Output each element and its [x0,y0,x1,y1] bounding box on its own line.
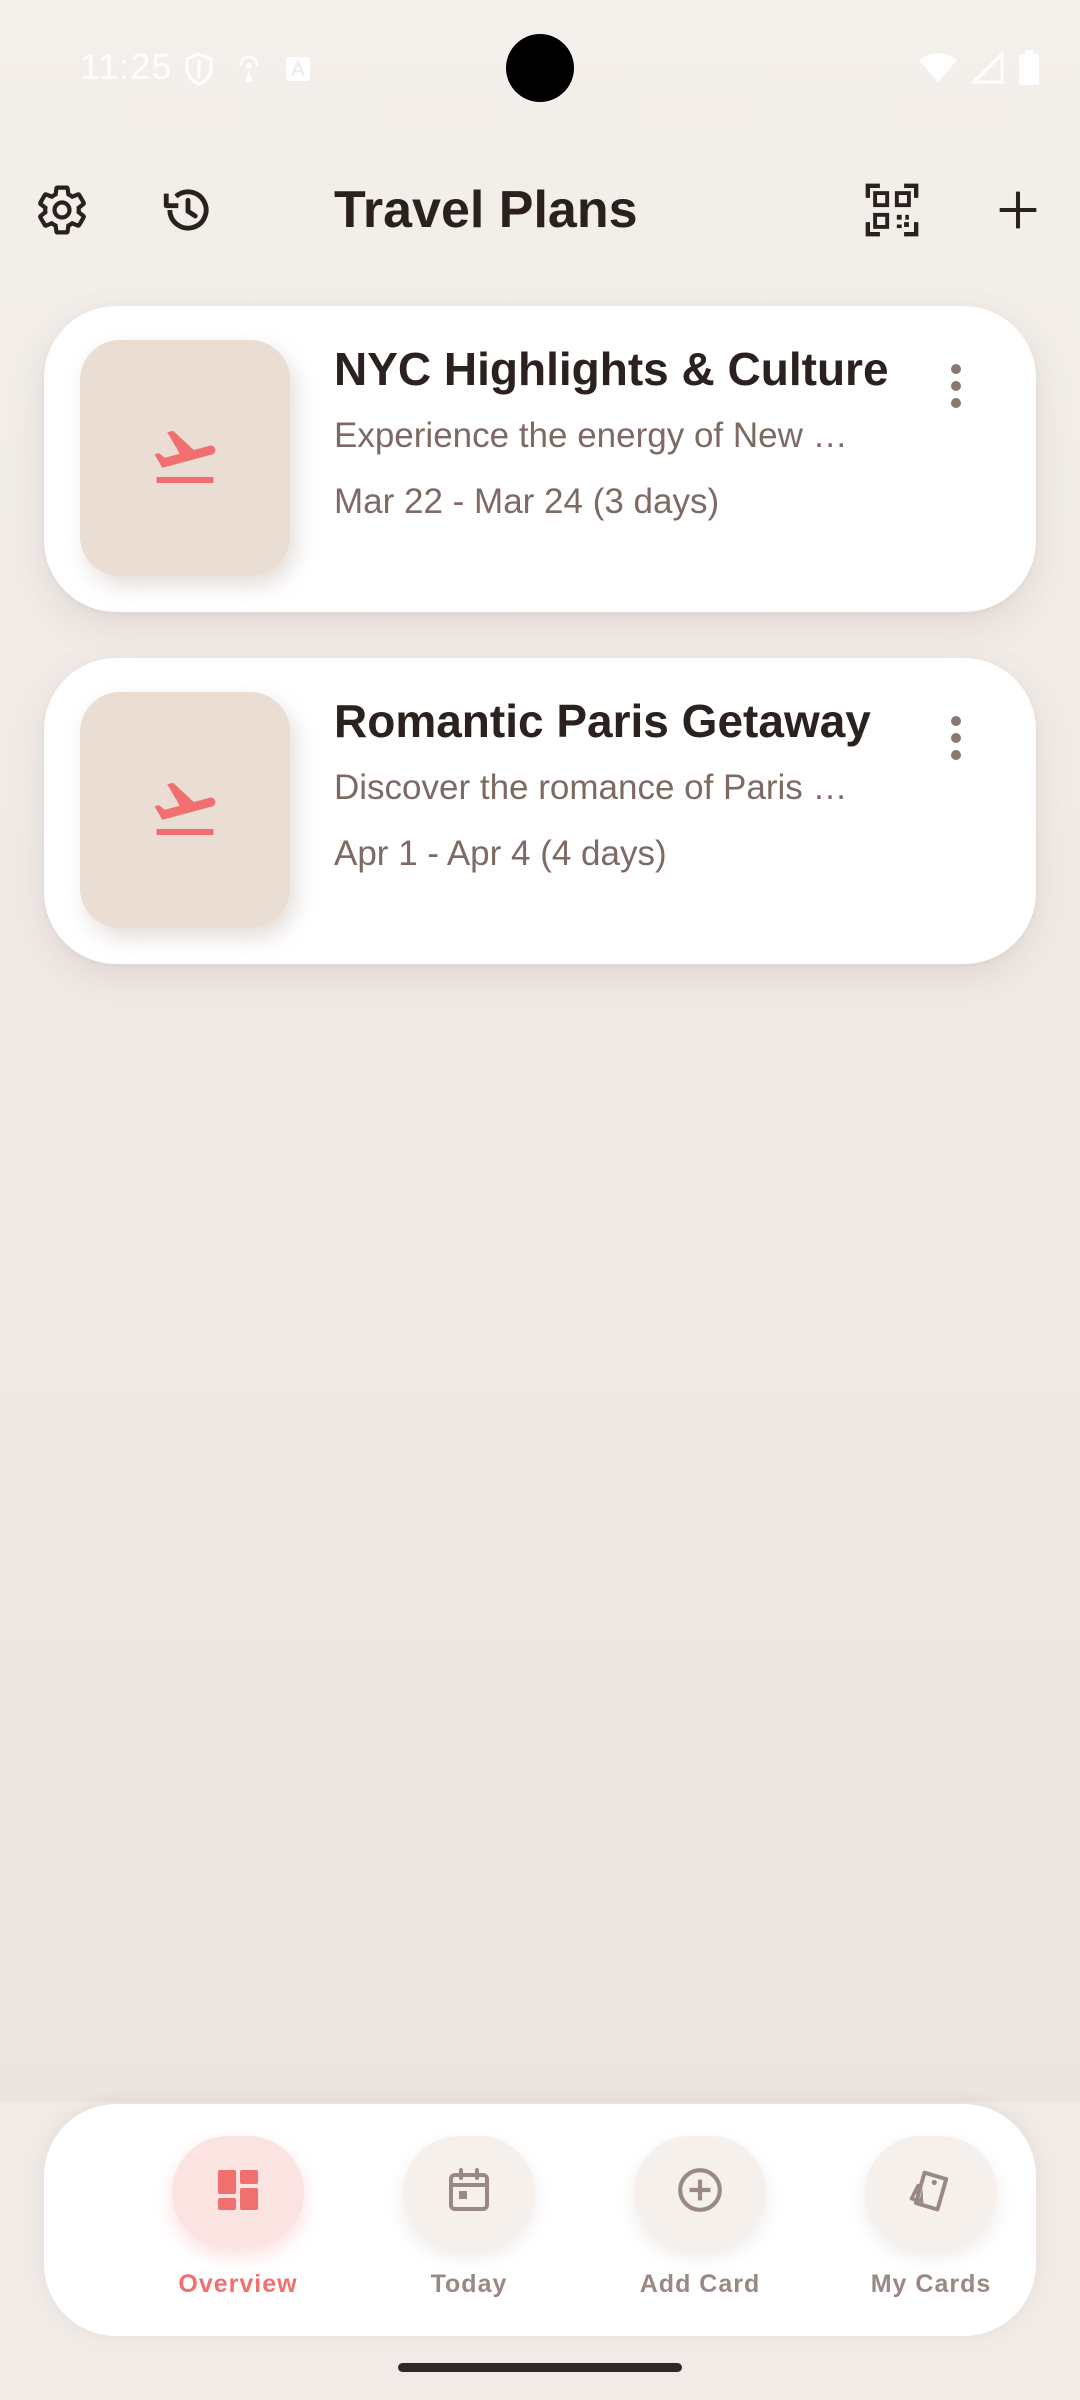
status-time: 11:25 [80,46,173,87]
nav-item-overview[interactable]: Overview [138,2134,338,2314]
fingerprint-icon [236,54,262,89]
top-app-bar: Travel Plans [0,150,1080,270]
trip-description: Discover the romance of Paris … [334,768,848,807]
battery-icon [1018,50,1040,91]
trip-dates: Apr 1 - Apr 4 (4 days) [334,834,667,873]
nav-label: Overview [178,2270,298,2298]
page-title: Travel Plans [334,181,638,239]
nav-label: My Cards [870,2270,992,2298]
nav-item-add-card[interactable]: Add Card [600,2134,800,2314]
airplane-takeoff-icon [149,772,221,849]
nav-icon-container [172,2136,304,2248]
status-icons-right [918,50,1040,91]
qr-scan-button[interactable] [850,170,934,254]
signal-icon [970,50,1004,89]
nav-icon-container [634,2136,766,2248]
nav-item-today[interactable]: Today [369,2134,569,2314]
bottom-navigation: Overview Today Add Card My Cards [44,2104,1036,2336]
trip-thumbnail [80,692,290,928]
home-indicator[interactable] [398,2363,682,2372]
nav-label: Today [430,2270,508,2298]
trip-thumbnail [80,340,290,576]
add-circle-icon [675,2165,725,2220]
camera-cutout [506,34,574,102]
wifi-icon [918,52,958,89]
trip-more-button[interactable] [924,708,988,772]
trip-more-button[interactable] [924,356,988,420]
status-bar: 11:25 [0,0,1080,130]
trip-description: Experience the energy of New … [334,416,848,455]
trip-card[interactable]: NYC Highlights & Culture Experience the … [44,306,1036,612]
airplane-takeoff-icon [149,420,221,497]
plus-icon [996,188,1040,237]
trip-title: Romantic Paris Getaway [334,695,871,747]
nav-icon-container [865,2136,997,2248]
more-vert-icon [948,363,964,414]
trip-dates: Mar 22 - Mar 24 (3 days) [334,482,720,521]
history-button[interactable] [146,170,230,254]
font-a-icon [284,55,312,88]
nav-label: Add Card [639,2270,761,2298]
calendar-icon [445,2166,493,2219]
settings-button[interactable] [20,170,104,254]
add-trip-button[interactable] [976,170,1060,254]
nav-item-my-cards[interactable]: My Cards [831,2134,1031,2314]
trip-title: NYC Highlights & Culture [334,343,889,395]
history-icon [159,181,217,244]
trip-card[interactable]: Romantic Paris Getaway Discover the roma… [44,658,1036,964]
shield-icon [184,52,214,91]
more-vert-icon [948,715,964,766]
qr-code-icon [863,181,921,244]
cards-icon [905,2164,957,2221]
status-icons-left [184,52,312,91]
gear-icon [34,182,90,243]
trip-list: NYC Highlights & Culture Experience the … [44,306,1036,1010]
dashboard-icon [214,2166,262,2219]
nav-icon-container [403,2136,535,2248]
